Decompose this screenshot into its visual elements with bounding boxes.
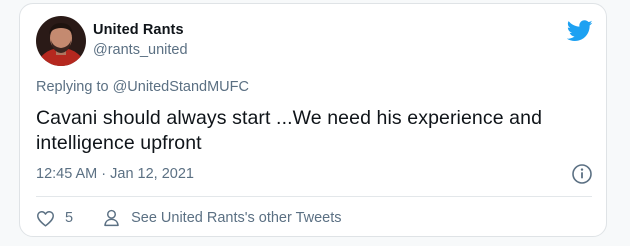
twitter-bird-icon[interactable] bbox=[566, 20, 593, 42]
person-icon bbox=[104, 209, 119, 227]
reply-context: Replying to @UnitedStandMUFC bbox=[36, 79, 249, 95]
tweet-timestamp[interactable]: 12:45 AM · Jan 12, 2021 bbox=[36, 166, 194, 182]
other-tweets-link[interactable]: See United Rants's other Tweets bbox=[103, 209, 342, 227]
tweet-text: Cavani should always start ...We need hi… bbox=[36, 107, 543, 154]
info-icon[interactable] bbox=[571, 163, 593, 185]
like-button[interactable]: 5 bbox=[36, 210, 73, 227]
tweet-actions: 5 See United Rants's other Tweets bbox=[36, 207, 342, 229]
reply-mention-link[interactable]: @UnitedStandMUFC bbox=[113, 79, 249, 95]
replying-prefix: Replying to bbox=[36, 79, 109, 95]
avatar[interactable] bbox=[36, 16, 86, 66]
author-name[interactable]: United Rants bbox=[93, 22, 184, 38]
heart-icon bbox=[37, 210, 54, 227]
like-count: 5 bbox=[65, 210, 74, 226]
author-handle[interactable]: @rants_united bbox=[93, 42, 188, 58]
other-tweets-label: See United Rants's other Tweets bbox=[131, 210, 342, 226]
divider bbox=[36, 196, 592, 197]
tweet-card[interactable]: United Rants @rants_united Replying to @… bbox=[19, 3, 607, 237]
